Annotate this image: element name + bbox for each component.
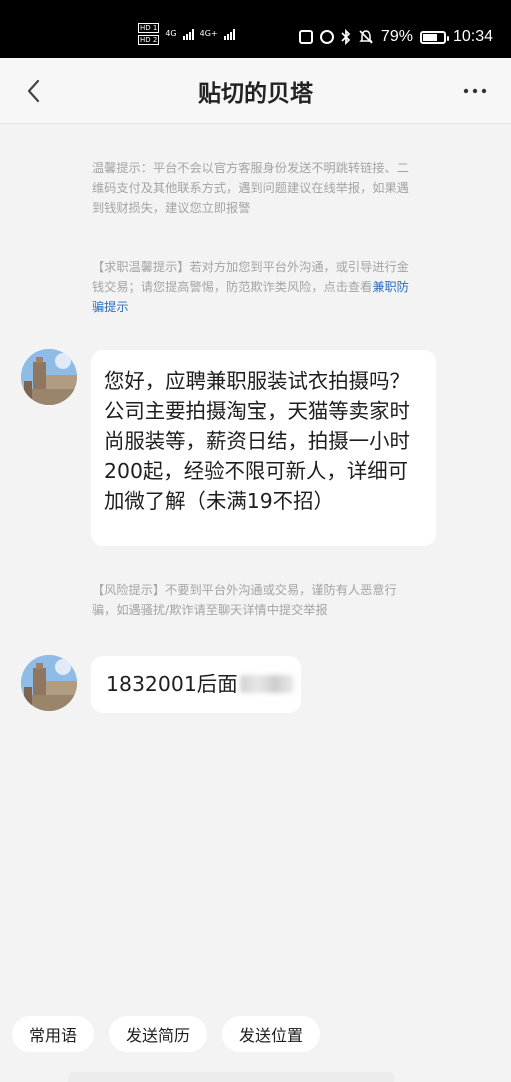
common-phrases-button[interactable]: 常用语 [12, 1016, 95, 1052]
time-label: 10:34 [452, 28, 493, 45]
avatar-photo [21, 349, 77, 405]
network2-label: 4G+ [199, 29, 218, 38]
network-status: HD 1 HD 2 4G 4G+ [138, 23, 235, 45]
status-bar: HD 1 HD 2 4G 4G+ 79% 10:34 [0, 0, 511, 58]
bluetooth-icon [341, 29, 351, 45]
send-location-button[interactable]: 发送位置 [222, 1016, 321, 1052]
network1-label: 4G [165, 29, 177, 38]
message-bubble[interactable]: 您好，应聘兼职服装试衣拍摄吗？公司主要拍摄淘宝，天猫等卖家时尚服装等，薪资日结，… [91, 350, 436, 546]
send-resume-button[interactable]: 发送简历 [109, 1016, 208, 1052]
more-icon [463, 88, 487, 94]
chat-header: 贴切的贝塔 [0, 58, 511, 124]
sim1-label: HD 1 [138, 23, 160, 33]
mute-icon [359, 30, 373, 44]
signal-icon [223, 28, 235, 40]
alarm-icon [319, 30, 334, 44]
message-input-area[interactable] [68, 1072, 394, 1082]
message-text: 1832001后面 [106, 672, 238, 696]
page-title: 贴切的贝塔 [198, 81, 313, 107]
avatar-photo [21, 655, 77, 711]
battery-percent: 79% [380, 28, 413, 45]
sim2-label: HD 2 [138, 35, 160, 45]
sender-avatar[interactable] [21, 655, 77, 711]
battery-icon [419, 30, 449, 44]
signal-icon [182, 28, 194, 40]
message-bubble[interactable]: 1832001后面 [91, 656, 301, 713]
sender-avatar[interactable] [21, 349, 77, 405]
redaction-blur [239, 675, 294, 693]
warm-tip-notice: 温馨提示：平台不会以官方客服身份发送不明跳转链接、二维码支付及其他联系方式，遇到… [92, 161, 409, 215]
more-button[interactable] [463, 82, 487, 100]
job-tip-text: 【求职温馨提示】若对方加您到平台外沟通，或引导进行金钱交易；请您提高警惕，防范欺… [92, 260, 409, 294]
system-icons: 79% 10:34 [298, 28, 493, 46]
quick-actions: 常用语 发送简历 发送位置 [12, 1016, 321, 1052]
job-tip-notice: 【求职温馨提示】若对方加您到平台外沟通，或引导进行金钱交易；请您提高警惕，防范欺… [92, 257, 419, 317]
nfc-icon [298, 30, 313, 44]
sim-indicators: HD 1 HD 2 [138, 23, 160, 45]
risk-tip-notice: 【风险提示】不要到平台外沟通或交易，谨防有人恶意行骗，如遇骚扰/欺诈请至聊天详情… [92, 583, 397, 617]
battery-fill [422, 33, 437, 41]
